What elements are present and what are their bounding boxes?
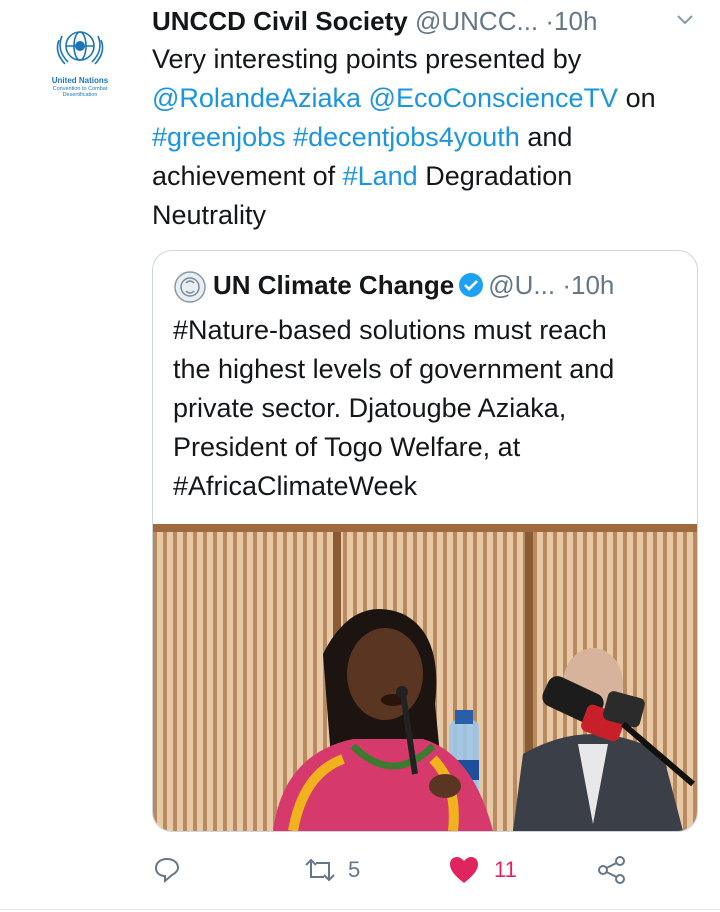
tweet-header: UNCCD Civil Society @UNCC... ·10h (152, 4, 712, 40)
verified-icon (459, 273, 484, 297)
share-button[interactable] (596, 852, 628, 888)
quoted-line: private sector. Djatougbe Aziaka, (173, 393, 567, 423)
avatar[interactable]: United Nations Convention to Combat Dese… (40, 22, 120, 108)
chevron-down-icon (677, 15, 693, 25)
tweet-time[interactable]: 10h (554, 6, 597, 36)
mention-link[interactable]: @EcoConscienceTV (369, 83, 619, 113)
text-segment: Degradation (417, 161, 573, 191)
un-emblem-icon (56, 31, 104, 65)
tweet-text: Very interesting points presented by @Ro… (152, 40, 712, 235)
org-name: United Nations (51, 76, 109, 85)
retweet-count: 5 (348, 857, 361, 882)
mention-link[interactable]: @RolandeAziaka (152, 83, 361, 113)
quoted-line: President of Togo Welfare, at (173, 432, 521, 462)
text-segment: achievement of (152, 161, 343, 191)
tweet-menu-button[interactable] (676, 13, 694, 27)
author-handle[interactable]: @UNCC... (415, 6, 538, 36)
like-count: 11 (494, 857, 517, 882)
share-icon (598, 856, 625, 884)
retweet-icon (305, 858, 335, 882)
quoted-text: #Nature-based solutions must reach the h… (173, 311, 683, 506)
heart-icon (450, 857, 478, 883)
text-segment: Very interesting points presented by (152, 44, 582, 74)
divider (0, 909, 720, 910)
org-subtitle: Convention to Combat Desertification (52, 86, 108, 98)
quoted-tweet[interactable]: UN Climate Change @U... ·10h #Nature-bas… (152, 250, 698, 832)
separator-dot: · (545, 6, 555, 36)
hashtag-link[interactable]: #decentjobs4youth (293, 122, 520, 152)
tweet-actions: 5 11 (152, 846, 692, 896)
quoted-header: UN Climate Change @U... ·10h (173, 267, 693, 303)
text-segment: on (618, 83, 656, 113)
quoted-line: the highest levels of government and (173, 354, 615, 384)
like-button[interactable]: 11 (448, 852, 517, 888)
text-segment: Neutrality (152, 200, 267, 230)
separator-dot: · (562, 270, 572, 300)
reply-button[interactable] (152, 852, 182, 888)
quoted-time: 10h (571, 270, 615, 300)
quoted-handle[interactable]: @U... (488, 270, 555, 300)
text-segment: and (519, 122, 573, 152)
quoted-line: #AfricaClimateWeek (173, 471, 418, 501)
quoted-photo[interactable] (153, 524, 697, 831)
quoted-author-name[interactable]: UN Climate Change (213, 270, 454, 300)
retweet-button[interactable]: 5 (302, 852, 360, 888)
reply-icon (154, 857, 180, 884)
quoted-line: #Nature-based solutions must reach (173, 315, 607, 345)
author-name[interactable]: UNCCD Civil Society (152, 6, 408, 36)
un-climate-logo-icon (174, 271, 206, 303)
hashtag-link[interactable]: #Land (343, 161, 418, 191)
hashtag-link[interactable]: #greenjobs (152, 122, 286, 152)
